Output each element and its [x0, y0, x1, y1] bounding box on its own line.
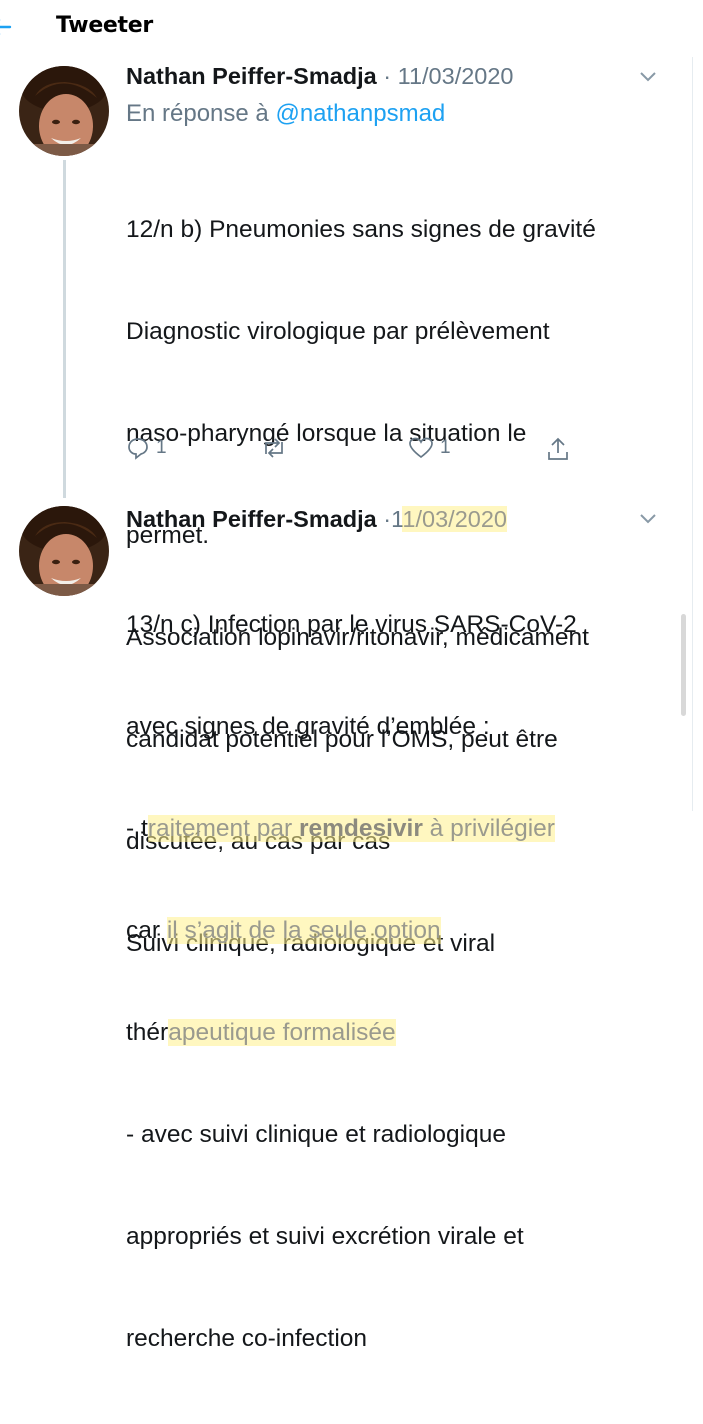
page-title: Tweeter — [56, 13, 153, 38]
date-part: 1 — [391, 506, 403, 532]
highlighted-text: à privilégier — [422, 815, 555, 842]
tweet-line: car il s’agit de la seule option — [126, 914, 577, 948]
separator-dot: · — [383, 63, 392, 89]
heart-icon — [409, 437, 433, 459]
reply-handle-link[interactable]: @nathanpsmad — [275, 100, 445, 127]
tweet-header: Nathan Peiffer-Smadja · 11/03/2020 — [126, 63, 514, 90]
tweet-actions: 1 1 — [126, 436, 586, 472]
retweet-button[interactable] — [260, 436, 288, 460]
tweet-line: thérapeutique formalisée — [126, 1016, 577, 1050]
tweet-line: - traitement par remdesivir à privilégie… — [126, 812, 577, 846]
tweet-line: - avec suivi clinique et radiologique — [126, 1121, 506, 1148]
share-button[interactable] — [546, 436, 570, 462]
text-run: thér — [126, 1019, 169, 1046]
tweet-line: 13/n c) Infection par le virus SARS-CoV-… — [126, 611, 577, 638]
retweet-icon — [265, 438, 283, 458]
author-name[interactable]: Nathan Peiffer-Smadja — [126, 63, 377, 89]
reply-context: En réponse à @nathanpsmad — [126, 100, 445, 128]
tweet-line: avec signes de gravité d’emblée : — [126, 713, 490, 740]
tweet-line: recherche co-infection — [126, 1325, 368, 1352]
tweet-date[interactable]: 11/03/2020 — [391, 506, 507, 532]
chevron-down-icon[interactable] — [638, 512, 658, 526]
avatar[interactable] — [19, 66, 109, 156]
text-run: - t — [126, 815, 148, 842]
tweet-line: Diagnostic virologique par prélèvement — [126, 318, 550, 345]
reply-prefix: En réponse à — [126, 100, 269, 127]
highlighted-bold-text: remdesivir — [298, 815, 423, 842]
tweet-text: 13/n c) Infection par le virus SARS-CoV-… — [126, 540, 577, 1424]
share-icon — [548, 437, 568, 460]
reply-icon — [128, 438, 148, 460]
avatar[interactable] — [19, 506, 109, 596]
separator-dot: · — [383, 506, 392, 532]
author-name[interactable]: Nathan Peiffer-Smadja — [126, 506, 377, 532]
text-run: car — [126, 917, 167, 944]
arrow-left-icon[interactable] — [0, 14, 14, 40]
tweet-header: Nathan Peiffer-Smadja ·11/03/2020 — [126, 506, 507, 533]
chevron-down-icon[interactable] — [638, 70, 658, 84]
like-button[interactable]: 1 — [408, 436, 451, 460]
top-bar: Tweeter — [0, 0, 703, 54]
scrollbar[interactable] — [681, 614, 686, 716]
tweet-line: appropriés et suivi excrétion virale et — [126, 1223, 524, 1250]
tweet-date[interactable]: 11/03/2020 — [398, 63, 514, 89]
highlighted-text: raitement par — [147, 815, 299, 842]
reply-button[interactable]: 1 — [126, 436, 167, 460]
date-part-highlighted: 1/03/2020 — [402, 506, 507, 532]
thread-connector — [63, 160, 66, 498]
reply-count: 1 — [156, 437, 167, 458]
like-count: 1 — [440, 437, 451, 458]
highlighted-text: apeutique formalisée — [168, 1019, 396, 1046]
highlighted-text: il s’agit de la seule option — [166, 917, 441, 944]
tweet-line: 12/n b) Pneumonies sans signes de gravit… — [126, 216, 596, 243]
